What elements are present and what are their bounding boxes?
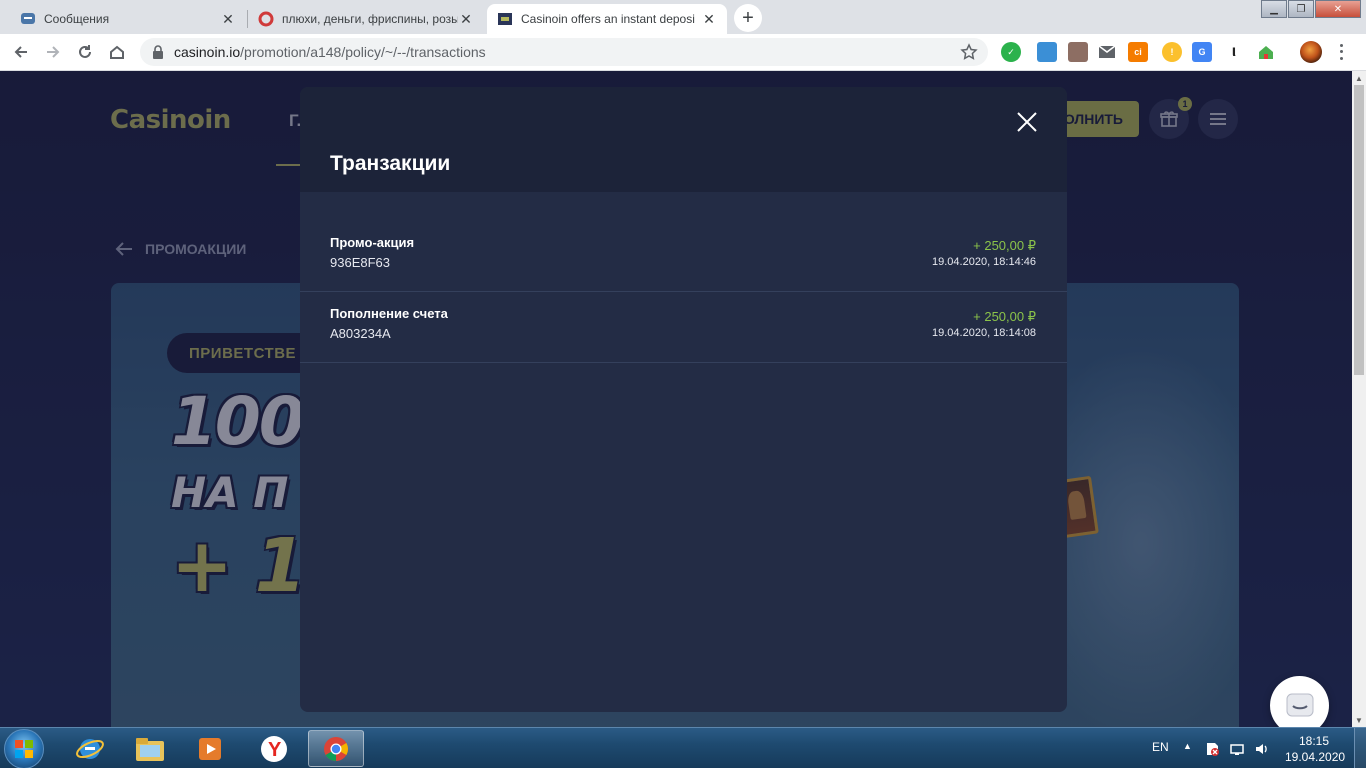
close-tab-icon[interactable]: ✕ bbox=[458, 11, 474, 27]
chat-icon bbox=[1286, 693, 1313, 716]
forum-icon bbox=[258, 11, 274, 27]
window-close-button[interactable]: ✕ bbox=[1315, 0, 1361, 18]
extension-green-icon[interactable]: ✓ bbox=[1001, 42, 1021, 62]
page-scrollbar[interactable]: ▲ ▼ bbox=[1352, 71, 1366, 727]
close-tab-icon[interactable]: ✕ bbox=[701, 11, 717, 27]
transaction-title: Пополнение счета bbox=[330, 306, 448, 321]
browser-toolbar: casinoin.io/promotion/a148/policy/~/--/t… bbox=[0, 34, 1366, 100]
arrow-right-icon bbox=[47, 46, 60, 58]
window-maximize-button[interactable]: ❐ bbox=[1288, 0, 1314, 18]
bookmark-star-icon[interactable] bbox=[960, 43, 978, 64]
tab-title: Casinoin offers an instant deposi bbox=[521, 12, 695, 26]
mail-icon[interactable] bbox=[1097, 42, 1117, 62]
network-icon[interactable] bbox=[1229, 741, 1245, 762]
transaction-id: 936E8F63 bbox=[330, 255, 390, 270]
language-indicator[interactable]: EN bbox=[1152, 740, 1169, 754]
tab-forum[interactable]: плюхи, деньги, фриспины, розы ✕ bbox=[248, 4, 484, 34]
browser-tabbar: Сообщения ✕ плюхи, деньги, фриспины, роз… bbox=[0, 0, 1366, 34]
tab-title: плюхи, деньги, фриспины, розы bbox=[282, 12, 458, 26]
chrome-icon bbox=[324, 736, 348, 761]
minimize-icon: ▁ bbox=[1270, 3, 1278, 15]
extension-shop-icon[interactable] bbox=[1068, 42, 1088, 62]
scrollbar-thumb[interactable] bbox=[1354, 85, 1364, 375]
clock-time[interactable]: 18:15 bbox=[1299, 734, 1329, 748]
reload-button[interactable] bbox=[72, 39, 98, 65]
tab-messages[interactable]: Сообщения ✕ bbox=[10, 4, 246, 34]
start-button[interactable] bbox=[4, 729, 44, 768]
modal-title: Транзакции bbox=[330, 152, 451, 175]
window-minimize-button[interactable]: ▁ bbox=[1261, 0, 1287, 18]
scroll-down-icon[interactable]: ▼ bbox=[1352, 713, 1366, 727]
taskbar-media-player[interactable] bbox=[182, 730, 238, 767]
clock-date[interactable]: 19.04.2020 bbox=[1285, 750, 1345, 764]
support-chat-button[interactable] bbox=[1270, 676, 1329, 727]
taskbar-yandex[interactable]: Y bbox=[246, 730, 302, 767]
volume-icon[interactable] bbox=[1254, 741, 1270, 762]
lock-icon bbox=[153, 45, 163, 59]
home-icon bbox=[110, 45, 124, 59]
browser-menu-icon[interactable] bbox=[1336, 42, 1346, 62]
profile-avatar[interactable] bbox=[1300, 41, 1322, 63]
url-path: /promotion/a148/policy/~/--/transactions bbox=[240, 44, 486, 60]
new-tab-button[interactable]: + bbox=[734, 4, 762, 32]
action-center-icon[interactable] bbox=[1204, 741, 1220, 762]
transaction-id: A803234A bbox=[330, 326, 391, 341]
taskbar-explorer[interactable] bbox=[122, 730, 178, 767]
extension-yellow-icon[interactable]: ! bbox=[1162, 42, 1182, 62]
forward-button[interactable] bbox=[40, 39, 66, 65]
vk-message-icon bbox=[20, 11, 36, 27]
address-bar[interactable]: casinoin.io/promotion/a148/policy/~/--/t… bbox=[140, 38, 988, 66]
close-icon bbox=[1017, 112, 1037, 132]
arrow-left-icon bbox=[14, 46, 27, 58]
transaction-amount: + 250,00 ₽ bbox=[973, 309, 1036, 324]
transaction-row: Промо-акция 936E8F63 + 250,00 ₽ 19.04.20… bbox=[300, 221, 1067, 292]
transaction-amount: + 250,00 ₽ bbox=[973, 238, 1036, 253]
transaction-row: Пополнение счета A803234A + 250,00 ₽ 19.… bbox=[300, 292, 1067, 363]
modal-header: Транзакции bbox=[300, 87, 1067, 192]
taskbar-ie[interactable] bbox=[62, 730, 118, 767]
maximize-icon: ❐ bbox=[1296, 3, 1306, 15]
extension-house-icon[interactable] bbox=[1256, 42, 1276, 62]
web-page: Casinoin Г. ОЛНИТЬ 1 ПРОМОАКЦИИ ПРИВЕТСТ… bbox=[0, 71, 1352, 727]
transaction-title: Промо-акция bbox=[330, 235, 415, 250]
extension-l-icon[interactable]: ι bbox=[1224, 42, 1244, 62]
plus-icon: + bbox=[742, 7, 754, 29]
url-host: casinoin.io bbox=[174, 44, 241, 60]
internet-explorer-icon bbox=[76, 738, 104, 759]
transaction-date: 19.04.2020, 18:14:46 bbox=[932, 256, 1036, 268]
windows-taskbar: Y EN ▲ 18:15 19.04.2020 bbox=[0, 727, 1366, 768]
transactions-modal: Транзакции Промо-акция 936E8F63 + 250,00… bbox=[300, 87, 1067, 712]
transaction-date: 19.04.2020, 18:14:08 bbox=[932, 327, 1036, 339]
show-desktop-button[interactable] bbox=[1354, 728, 1366, 768]
windows-logo-icon bbox=[15, 740, 33, 758]
extension-orange-icon[interactable]: ci bbox=[1128, 42, 1148, 62]
tab-title: Сообщения bbox=[44, 12, 110, 26]
tray-expand-icon[interactable]: ▲ bbox=[1183, 741, 1192, 751]
scroll-up-icon[interactable]: ▲ bbox=[1352, 71, 1366, 85]
back-button[interactable] bbox=[8, 39, 34, 65]
taskbar-chrome[interactable] bbox=[308, 730, 364, 767]
close-icon: ✕ bbox=[1333, 3, 1343, 15]
yandex-browser-icon: Y bbox=[261, 735, 287, 762]
home-button[interactable] bbox=[104, 39, 130, 65]
translate-icon[interactable]: G bbox=[1192, 42, 1212, 62]
extension-blue-icon[interactable] bbox=[1037, 42, 1057, 62]
media-player-icon bbox=[199, 737, 221, 760]
modal-close-button[interactable] bbox=[1014, 109, 1040, 135]
svg-text:Y: Y bbox=[268, 739, 282, 761]
reload-icon bbox=[79, 45, 91, 58]
tab-casinoin[interactable]: Casinoin offers an instant deposi ✕ bbox=[487, 4, 727, 34]
close-tab-icon[interactable]: ✕ bbox=[220, 11, 236, 27]
folder-icon bbox=[136, 737, 164, 761]
casinoin-favicon bbox=[497, 11, 513, 27]
